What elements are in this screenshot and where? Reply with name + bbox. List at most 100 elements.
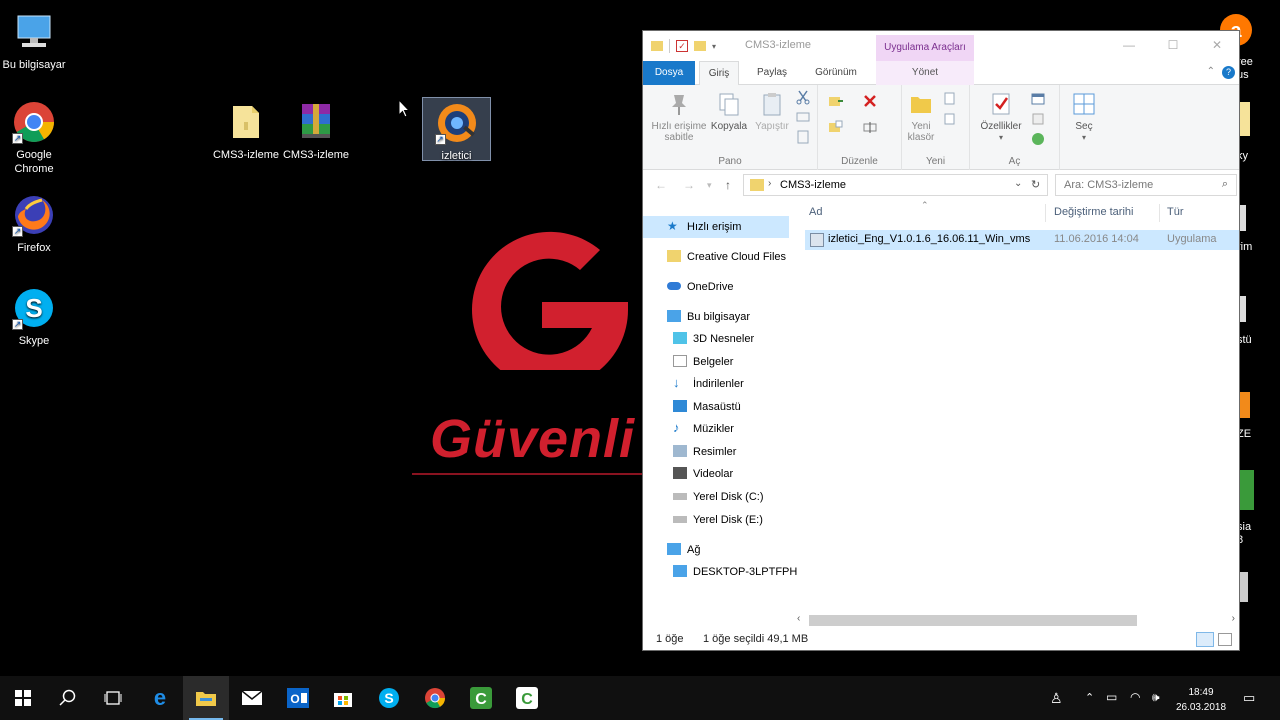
nav-item-local-disk-e[interactable]: Yerel Disk (E:) [673, 509, 763, 531]
history-icon[interactable] [1030, 131, 1046, 147]
nav-item-3d-objects[interactable]: 3D Nesneler [673, 328, 754, 350]
details-view-icon[interactable] [1196, 632, 1214, 647]
nav-item-onedrive[interactable]: OneDrive [667, 276, 733, 298]
nav-item-computer[interactable]: DESKTOP-3LPTFPH [673, 561, 797, 583]
help-icon[interactable]: ? [1222, 66, 1235, 79]
desktop-icon-this-pc[interactable]: Bu bilgisayar [0, 10, 72, 72]
nav-item-music[interactable]: ♪ Müzikler [673, 418, 734, 440]
clock[interactable]: 18:49 26.03.2018 [1170, 685, 1232, 715]
table-row[interactable]: izletici_Eng_V1.0.1.6_16.06.11_Win_vms 1… [805, 230, 1239, 250]
taskbar-skype[interactable]: S [366, 676, 412, 720]
wifi-icon[interactable]: ◠ [1130, 690, 1140, 704]
address-box[interactable]: › CMS3-izleme ⌄ ↻ [743, 174, 1048, 196]
desktop-icon-izletici[interactable]: ↗ izletici [422, 97, 491, 162]
new-item-icon[interactable] [942, 91, 958, 107]
properties-button[interactable]: Özellikler ▾ [976, 89, 1026, 143]
easy-access-icon[interactable] [942, 111, 958, 127]
taskbar-chrome[interactable] [412, 676, 458, 720]
nav-item-desktop[interactable]: Masaüstü [673, 396, 741, 418]
desktop-icon-cms3-archive[interactable]: CMS3-izleme [278, 100, 354, 162]
music-note-icon: ♪ [673, 420, 680, 436]
rename-icon[interactable] [862, 119, 878, 135]
taskbar-store[interactable] [320, 676, 366, 720]
nav-item-downloads[interactable]: ↓ İndirilenler [673, 373, 744, 395]
folder-icon [750, 179, 764, 191]
volume-icon[interactable]: 🕪 [1152, 690, 1160, 705]
taskbar-edge[interactable]: e [137, 676, 183, 720]
horizontal-scrollbar[interactable]: ‹ › [795, 612, 1239, 629]
nav-item-local-disk-c[interactable]: Yerel Disk (C:) [673, 486, 764, 508]
desktop-icon-skype[interactable]: S ↗ Skype [0, 286, 72, 348]
pin-quick-access-button[interactable]: Hızlı erişime sabitle [647, 89, 711, 143]
scrollbar-thumb[interactable] [809, 615, 1137, 626]
nav-item-documents[interactable]: Belgeler [673, 351, 733, 373]
item-count: 1 öğe [656, 633, 684, 645]
desktop-icon-cms3-folder[interactable]: CMS3-izleme [208, 100, 284, 162]
title-bar[interactable]: ✓ ▾ CMS3-izleme Uygulama Araçları — ☐ ✕ [643, 31, 1239, 61]
nav-item-videos[interactable]: Videolar [673, 463, 733, 485]
taskbar-camtasia[interactable]: C [458, 676, 504, 720]
start-button[interactable] [0, 676, 46, 720]
copy-to-icon[interactable] [828, 119, 844, 135]
refresh-icon[interactable]: ↻ [1031, 178, 1040, 191]
taskbar-camtasia-recorder[interactable]: C [504, 676, 550, 720]
scroll-right-icon[interactable]: › [1232, 613, 1235, 624]
folder-icon[interactable] [651, 41, 663, 51]
shortcut-arrow-icon: ↗ [434, 134, 446, 145]
tab-home[interactable]: Giriş [699, 61, 739, 86]
nav-item-quick-access[interactable]: ★ Hızlı erişim [643, 216, 789, 238]
move-to-icon[interactable] [828, 93, 844, 109]
tab-share[interactable]: Paylaş [749, 61, 795, 85]
tab-view[interactable]: Görünüm [807, 61, 865, 85]
people-icon[interactable]: ♙ [1050, 690, 1063, 707]
search-input[interactable]: Ara: CMS3-izleme ⌕ [1055, 174, 1237, 196]
battery-icon[interactable]: ▭ [1106, 690, 1117, 704]
properties-check-icon[interactable]: ✓ [676, 40, 688, 52]
quick-access-toolbar: ✓ ▾ [651, 39, 716, 53]
taskbar-outlook[interactable]: O [275, 676, 321, 720]
nav-item-creative-cloud[interactable]: Creative Cloud Files [667, 246, 786, 268]
copy-button[interactable]: Kopyala [709, 89, 749, 132]
chevron-down-icon[interactable]: ▾ [712, 42, 716, 51]
notification-icon[interactable]: ▭ [1243, 690, 1255, 706]
chevron-down-icon[interactable]: ⌄ [1014, 178, 1022, 189]
minimize-button[interactable]: — [1107, 31, 1151, 59]
tab-manage[interactable]: Yönet [893, 61, 957, 85]
cut-icon[interactable] [795, 89, 811, 105]
chevron-up-icon[interactable]: ⌃ [1085, 691, 1094, 704]
open-icon[interactable] [1030, 91, 1046, 107]
column-header-name[interactable]: Ad [809, 206, 822, 226]
column-header-date[interactable]: Değiştirme tarihi [1054, 206, 1133, 226]
scroll-left-icon[interactable]: ‹ [797, 613, 800, 624]
search-button[interactable] [45, 676, 91, 720]
close-button[interactable]: ✕ [1195, 31, 1239, 59]
nav-item-pictures[interactable]: Resimler [673, 441, 736, 463]
delete-icon[interactable] [862, 93, 878, 109]
nav-item-network[interactable]: Ağ [667, 539, 700, 561]
forward-arrow-icon[interactable]: → [683, 178, 695, 192]
recent-locations-icon[interactable]: ▾ [707, 180, 712, 191]
tab-file[interactable]: Dosya [643, 61, 695, 85]
copy-path-icon[interactable] [795, 109, 811, 125]
edit-icon[interactable] [1030, 111, 1046, 127]
task-view-button[interactable] [90, 676, 136, 720]
maximize-button[interactable]: ☐ [1151, 31, 1195, 59]
select-button[interactable]: Seç ▾ [1066, 89, 1102, 143]
large-icons-view-icon[interactable] [1218, 633, 1232, 646]
address-path-current[interactable]: CMS3-izleme [780, 179, 846, 191]
column-divider [1159, 204, 1160, 222]
new-folder-button[interactable]: Yeni klasör [904, 89, 938, 143]
paste-button[interactable]: Yapıştır [751, 89, 793, 132]
up-arrow-icon[interactable]: ↑ [725, 178, 731, 192]
desktop-icon-firefox[interactable]: ↗ Firefox [0, 193, 72, 255]
paste-shortcut-icon[interactable] [795, 129, 811, 145]
new-folder-icon[interactable] [694, 41, 706, 51]
desktop-icon-chrome[interactable]: ↗ Google Chrome [0, 100, 72, 176]
taskbar-mail[interactable] [229, 676, 275, 720]
nav-item-this-pc[interactable]: Bu bilgisayar [667, 306, 750, 328]
collapse-ribbon-icon[interactable]: ⌃ [1207, 66, 1215, 77]
taskbar-file-explorer[interactable] [183, 676, 229, 720]
back-arrow-icon[interactable]: ← [655, 178, 667, 192]
folder-icon [224, 100, 268, 144]
column-header-type[interactable]: Tür [1167, 206, 1184, 226]
